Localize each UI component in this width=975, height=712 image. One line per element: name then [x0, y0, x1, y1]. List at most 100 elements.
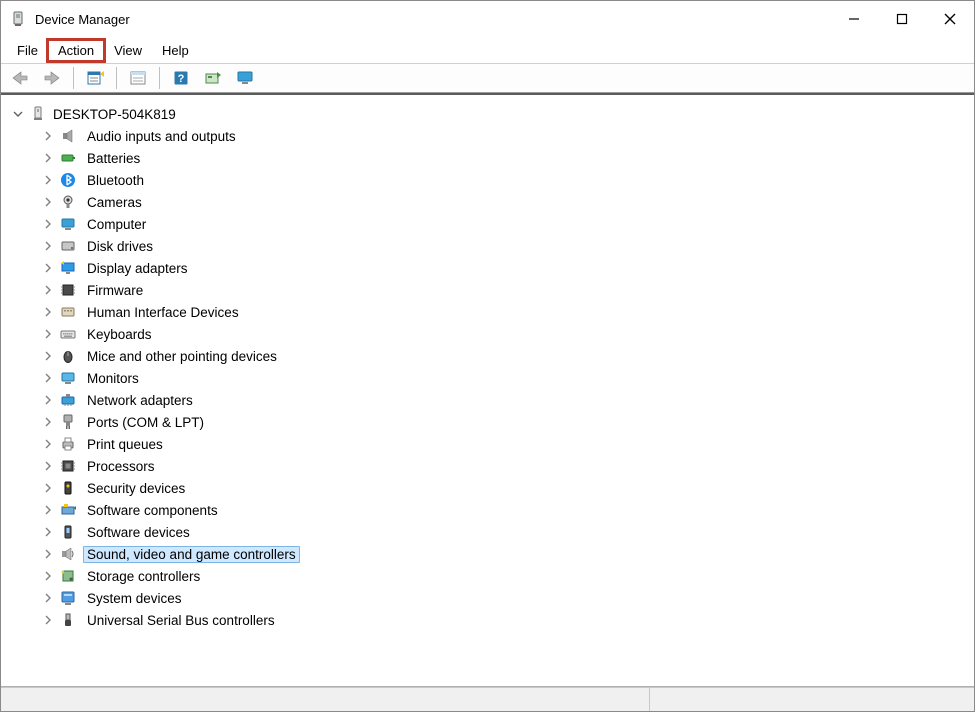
tree-category-label: Human Interface Devices [83, 304, 243, 321]
toolbar-scan-button[interactable] [200, 66, 226, 90]
chevron-right-icon[interactable] [41, 305, 55, 319]
tree-category[interactable]: Software devices [41, 521, 974, 543]
menu-view[interactable]: View [104, 40, 152, 61]
tree-category-label: Monitors [83, 370, 143, 387]
tree-category[interactable]: Processors [41, 455, 974, 477]
close-button[interactable] [926, 1, 974, 37]
tree-category-label: Storage controllers [83, 568, 204, 585]
tree-category-label: System devices [83, 590, 186, 607]
minimize-button[interactable] [830, 1, 878, 37]
toolbar-forward-button[interactable] [39, 66, 65, 90]
menu-help[interactable]: Help [152, 40, 199, 61]
chevron-right-icon[interactable] [41, 503, 55, 517]
tree-category-label: Cameras [83, 194, 146, 211]
tree-category-label: Sound, video and game controllers [83, 546, 300, 563]
camera-icon [59, 193, 77, 211]
tree-category[interactable]: Network adapters [41, 389, 974, 411]
chevron-right-icon[interactable] [41, 525, 55, 539]
app-icon [9, 10, 27, 28]
tree-category[interactable]: Mice and other pointing devices [41, 345, 974, 367]
tree-category[interactable]: Keyboards [41, 323, 974, 345]
chevron-right-icon[interactable] [41, 481, 55, 495]
toolbar-details-button[interactable] [125, 66, 151, 90]
statusbar [1, 687, 974, 711]
toolbar-monitor-button[interactable] [232, 66, 258, 90]
tree-root[interactable]: DESKTOP-504K819 [11, 103, 974, 125]
tree-category-label: Batteries [83, 150, 144, 167]
tree-category-label: Universal Serial Bus controllers [83, 612, 279, 629]
menu-file[interactable]: File [7, 40, 48, 61]
maximize-button[interactable] [878, 1, 926, 37]
titlebar: Device Manager [1, 1, 974, 37]
menubar: File Action View Help [1, 37, 974, 63]
tree-category[interactable]: Monitors [41, 367, 974, 389]
window-title: Device Manager [35, 12, 130, 27]
tree-category[interactable]: Storage controllers [41, 565, 974, 587]
printer-icon [59, 435, 77, 453]
tree-category[interactable]: System devices [41, 587, 974, 609]
computer-icon [59, 215, 77, 233]
chevron-right-icon[interactable] [41, 173, 55, 187]
tree-category-label: Disk drives [83, 238, 157, 255]
tree-category[interactable]: Firmware [41, 279, 974, 301]
chevron-right-icon[interactable] [41, 613, 55, 627]
tree-category[interactable]: Universal Serial Bus controllers [41, 609, 974, 631]
usb-icon [59, 611, 77, 629]
tree-category[interactable]: Cameras [41, 191, 974, 213]
tree-category[interactable]: Computer [41, 213, 974, 235]
tree-category-label: Display adapters [83, 260, 192, 277]
tree-category[interactable]: Batteries [41, 147, 974, 169]
status-cell [650, 688, 974, 711]
security-icon [59, 479, 77, 497]
chevron-right-icon[interactable] [41, 129, 55, 143]
speaker-icon [59, 127, 77, 145]
toolbar-separator [116, 67, 117, 89]
tree-category[interactable]: Bluetooth [41, 169, 974, 191]
chevron-right-icon[interactable] [41, 459, 55, 473]
chevron-right-icon[interactable] [41, 415, 55, 429]
toolbar-separator [159, 67, 160, 89]
chevron-down-icon[interactable] [11, 107, 25, 121]
tree-category[interactable]: Display adapters [41, 257, 974, 279]
chevron-right-icon[interactable] [41, 547, 55, 561]
status-cell [1, 688, 649, 711]
toolbar-properties-button[interactable] [82, 66, 108, 90]
system-icon [59, 589, 77, 607]
tree-category[interactable]: Human Interface Devices [41, 301, 974, 323]
chevron-right-icon[interactable] [41, 349, 55, 363]
tree-category[interactable]: Print queues [41, 433, 974, 455]
firmware-icon [59, 281, 77, 299]
tree-category-label: Bluetooth [83, 172, 148, 189]
window-controls [830, 1, 974, 37]
tree-category-label: Firmware [83, 282, 147, 299]
chevron-right-icon[interactable] [41, 151, 55, 165]
chevron-right-icon[interactable] [41, 591, 55, 605]
chevron-right-icon[interactable] [41, 283, 55, 297]
tree-category[interactable]: Software components [41, 499, 974, 521]
tree-root-label: DESKTOP-504K819 [53, 107, 176, 122]
tree-category-label: Software components [83, 502, 222, 519]
tree-category-label: Software devices [83, 524, 194, 541]
chevron-right-icon[interactable] [41, 393, 55, 407]
chevron-right-icon[interactable] [41, 437, 55, 451]
battery-icon [59, 149, 77, 167]
tree-category[interactable]: Ports (COM & LPT) [41, 411, 974, 433]
toolbar-help-button[interactable]: ? [168, 66, 194, 90]
chevron-right-icon[interactable] [41, 569, 55, 583]
hid-icon [59, 303, 77, 321]
tree-category[interactable]: Audio inputs and outputs [41, 125, 974, 147]
tree-category[interactable]: Security devices [41, 477, 974, 499]
tree-category[interactable]: Sound, video and game controllers [41, 543, 974, 565]
tree-panel[interactable]: DESKTOP-504K819 Audio inputs and outputs… [1, 93, 974, 687]
toolbar: ? [1, 63, 974, 93]
tree-category[interactable]: Disk drives [41, 235, 974, 257]
toolbar-back-button[interactable] [7, 66, 33, 90]
software-component-icon [59, 501, 77, 519]
chevron-right-icon[interactable] [41, 371, 55, 385]
chevron-right-icon[interactable] [41, 261, 55, 275]
chevron-right-icon[interactable] [41, 195, 55, 209]
menu-action[interactable]: Action [48, 40, 104, 61]
chevron-right-icon[interactable] [41, 217, 55, 231]
chevron-right-icon[interactable] [41, 239, 55, 253]
chevron-right-icon[interactable] [41, 327, 55, 341]
